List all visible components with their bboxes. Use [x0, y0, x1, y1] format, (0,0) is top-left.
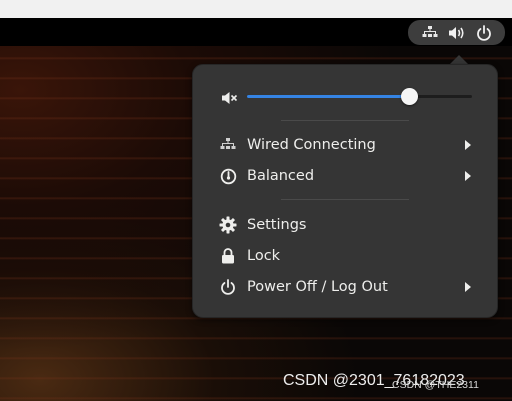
lock-icon — [219, 247, 237, 265]
separator — [281, 120, 409, 121]
menu-item-power-off[interactable]: Power Off / Log Out — [213, 274, 483, 300]
menu-item-lock[interactable]: Lock — [213, 243, 483, 269]
system-status-area[interactable] — [408, 20, 505, 45]
submenu-arrow-icon — [465, 171, 471, 181]
system-menu: Wired Connecting Balanced Settings Lock … — [192, 64, 498, 318]
menu-item-settings[interactable]: Settings — [213, 212, 483, 238]
watermark-small-text: CSDN @THE2311 — [392, 379, 479, 391]
network-wired-icon — [219, 136, 237, 154]
menu-item-label: Wired Connecting — [247, 137, 376, 153]
menu-item-network[interactable]: Wired Connecting — [213, 132, 483, 158]
menu-item-label: Power Off / Log Out — [247, 279, 388, 295]
volume-slider-fill — [247, 95, 409, 98]
menu-item-label: Lock — [247, 248, 281, 264]
menu-item-label: Balanced — [247, 168, 315, 184]
power-icon — [219, 278, 237, 296]
submenu-arrow-icon — [465, 140, 471, 150]
gear-icon — [219, 216, 237, 234]
menu-item-label: Settings — [247, 217, 307, 233]
volume-icon — [448, 24, 466, 42]
network-wired-icon — [421, 24, 439, 42]
volume-slider-handle[interactable] — [400, 88, 418, 105]
power-icon — [475, 24, 493, 42]
submenu-arrow-icon — [465, 282, 471, 292]
menu-item-power-mode[interactable]: Balanced — [213, 163, 483, 189]
window-top-strip — [0, 0, 512, 18]
volume-row — [221, 89, 481, 107]
speaker-muted-icon[interactable] — [221, 89, 239, 107]
power-profile-icon — [219, 167, 237, 185]
separator — [281, 199, 409, 200]
